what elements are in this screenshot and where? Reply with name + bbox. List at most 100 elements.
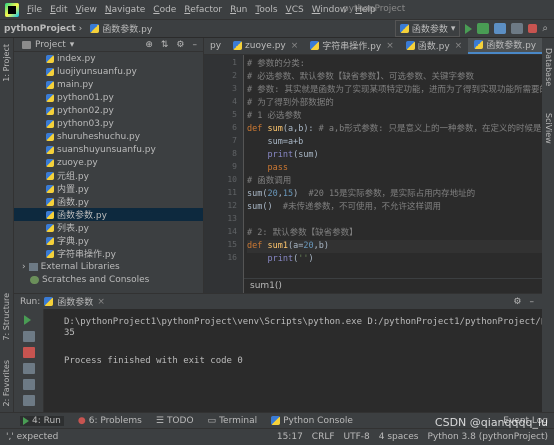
file-tree-item[interactable]: 列表.py <box>14 221 203 234</box>
code-editor[interactable]: # 参数的分类: # 必选参数、默认参数【缺省参数】、可选参数、关键字参数 # 参数… <box>244 55 542 293</box>
project-panel-title[interactable]: Project <box>35 40 66 50</box>
file-tree-item[interactable]: 字符串操作.py <box>14 247 203 260</box>
file-tree-item[interactable]: zuoye.py <box>14 156 203 169</box>
todo-tool-tab[interactable]: ☰ TODO <box>156 416 194 426</box>
tab-label: Python Console <box>283 415 353 426</box>
code-line[interactable]: print('') <box>247 253 313 266</box>
code-line[interactable]: def sum(a,b): # a,b形式参数: 只是意义上的一种参数，在定义的… <box>247 123 542 136</box>
code-line[interactable]: # 必选参数、默认参数【缺省参数】、可选参数、关键字参数 <box>247 71 474 84</box>
code-line[interactable]: pass <box>247 162 287 175</box>
run-tab[interactable]: 函数参数 <box>57 295 93 308</box>
gear-icon[interactable]: ⚙ <box>513 297 521 307</box>
caret-position[interactable]: 15:17 <box>277 432 303 442</box>
menu-file[interactable]: File <box>23 5 46 15</box>
collapse-icon[interactable]: ⇅ <box>161 40 169 50</box>
menu-view[interactable]: View <box>72 5 101 15</box>
file-tree-item[interactable]: main.py <box>14 78 203 91</box>
code-line[interactable]: print(sum) <box>247 149 318 162</box>
hide-icon[interactable]: – <box>530 297 535 307</box>
file-tree-item[interactable]: shuruheshuchu.py <box>14 130 203 143</box>
editor-tab[interactable]: 字符串操作.py × <box>304 38 399 54</box>
editor-gutter[interactable]: 1 2 3 4 5 6 7 8 9 10 11 12 13 14 15 16 <box>204 55 244 293</box>
code-line[interactable]: # 2: 默认参数【缺省参数】 <box>247 227 358 240</box>
menu-vcs[interactable]: VCS <box>282 5 308 15</box>
interpreter-selector[interactable]: Python 3.8 (pythonProject) <box>427 432 548 442</box>
run-tool-tab[interactable]: 4: Run <box>20 415 64 426</box>
terminal-tool-tab[interactable]: ▭ Terminal <box>208 416 258 426</box>
chevron-right-icon[interactable]: › <box>22 262 26 272</box>
file-encoding[interactable]: UTF-8 <box>344 432 370 442</box>
file-tree-item[interactable]: suanshuyunsuanfu.py <box>14 143 203 156</box>
menu-navigate[interactable]: Navigate <box>101 5 149 15</box>
problems-tool-tab[interactable]: ● 6: Problems <box>78 416 142 426</box>
stop-icon[interactable] <box>23 347 35 358</box>
editor-breadcrumb[interactable]: sum1() <box>244 278 542 293</box>
pin-icon[interactable] <box>23 395 35 406</box>
locate-icon[interactable]: ⊕ <box>145 40 153 50</box>
menu-tools[interactable]: Tools <box>251 5 281 15</box>
run-config-selector[interactable]: 函数参数 ▾ <box>394 20 461 37</box>
watermark: CSDN @qianqqqq_lu <box>434 416 548 429</box>
run-icon[interactable] <box>465 23 473 34</box>
menu-edit[interactable]: Edit <box>46 5 71 15</box>
close-icon[interactable]: × <box>455 41 463 51</box>
search-icon[interactable]: ⌕ <box>542 23 548 34</box>
editor-tab[interactable]: 函数.py × <box>400 38 468 54</box>
file-tree-item[interactable]: 内置.py <box>14 182 203 195</box>
menu-code[interactable]: Code <box>149 5 180 15</box>
scroll-up-icon[interactable] <box>23 331 35 342</box>
structure-tool-tab[interactable]: 7: Structure <box>2 293 11 341</box>
python-console-tool-tab[interactable]: Python Console <box>271 416 353 426</box>
coverage-icon[interactable] <box>494 23 507 34</box>
profile-icon[interactable] <box>511 23 524 34</box>
file-tree-item[interactable]: 函数参数.py <box>14 208 203 221</box>
menu-refactor[interactable]: Refactor <box>180 5 226 15</box>
close-icon[interactable]: × <box>291 41 299 51</box>
file-tree-item[interactable]: python02.py <box>14 104 203 117</box>
code-line[interactable]: sum() #未传递参数，不可使用，不允许这样调用 <box>247 201 441 214</box>
todo-icon: ☰ <box>155 415 164 426</box>
breadcrumb-project[interactable]: pythonProject › <box>0 24 86 34</box>
gear-icon[interactable]: ⚙ <box>176 40 184 50</box>
close-icon[interactable]: × <box>97 297 105 307</box>
line-separator[interactable]: CRLF <box>312 432 335 442</box>
line-number: 7 <box>232 136 237 145</box>
hide-icon[interactable]: – <box>193 40 198 50</box>
code-line[interactable]: sum=a+b <box>247 136 303 149</box>
chevron-down-icon[interactable]: ▾ <box>70 40 75 50</box>
tree-item-external-libraries[interactable]: › External Libraries <box>14 260 203 273</box>
file-tree-item[interactable]: python01.py <box>14 91 203 104</box>
stop-icon[interactable] <box>528 24 538 33</box>
wrap-icon[interactable] <box>23 363 35 374</box>
file-tree-item[interactable]: 元组.py <box>14 169 203 182</box>
file-tree-item[interactable]: luojiyunsuanfu.py <box>14 65 203 78</box>
rerun-icon[interactable] <box>24 315 31 325</box>
project-tool-tab[interactable]: 1: Project <box>2 44 11 82</box>
code-line[interactable]: # 参数的分类: <box>247 58 305 71</box>
sciview-tool-tab[interactable]: SciView <box>544 113 553 144</box>
code-line[interactable]: sum(20,15) #20 15是实际参数，是实际占用内存地址的 <box>247 188 475 201</box>
run-console[interactable]: D:\pythonProject1\pythonProject\venv\Scr… <box>44 309 542 412</box>
debug-icon[interactable] <box>477 23 490 34</box>
code-line[interactable]: # 函数调用 <box>247 175 291 188</box>
editor-tab[interactable]: zuoye.py × <box>227 38 304 54</box>
database-tool-tab[interactable]: Database <box>544 48 553 86</box>
file-tree-item[interactable]: python03.py <box>14 117 203 130</box>
code-line[interactable]: # 1 必选参数 <box>247 110 301 123</box>
code-line[interactable]: def sum1(a=20,b) <box>247 240 542 253</box>
breadcrumb-file[interactable]: 函数参数.py <box>86 22 156 35</box>
file-tree-item[interactable]: 字典.py <box>14 234 203 247</box>
code-line[interactable]: # 参数: 其实就是函数为了实现某项特定功能，进而为了得到实现功能所需要的数据 <box>247 84 542 97</box>
file-tree-item[interactable]: index.py <box>14 52 203 65</box>
file-tree-item[interactable]: 函数.py <box>14 195 203 208</box>
tree-item-scratches[interactable]: Scratches and Consoles <box>14 273 203 286</box>
print-icon[interactable] <box>23 379 35 390</box>
close-icon[interactable]: × <box>386 41 394 51</box>
editor-tab[interactable]: py <box>204 38 227 54</box>
code-line[interactable]: # 为了得到外部数据的 <box>247 97 334 110</box>
menu-run[interactable]: Run <box>226 5 251 15</box>
favorites-tool-tab[interactable]: 2: Favorites <box>2 360 11 406</box>
tree-item-label: Scratches and Consoles <box>42 274 150 285</box>
python-file-icon <box>46 132 54 141</box>
indent-setting[interactable]: 4 spaces <box>379 432 419 442</box>
